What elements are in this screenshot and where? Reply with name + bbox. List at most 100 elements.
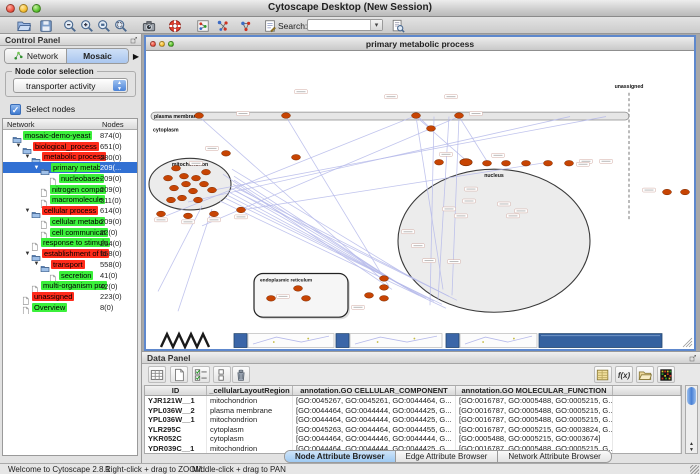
table-cell[interactable]: YKR052C xyxy=(145,434,207,444)
delete-attribute-icon[interactable] xyxy=(232,366,250,383)
table-cell[interactable]: [GO:0005488, GO:0005215, GO:0003674] xyxy=(456,434,613,444)
tree-row[interactable]: unassigned223(0) xyxy=(3,291,137,302)
table-cell[interactable]: YPL036W__2 xyxy=(145,406,207,416)
table-cell[interactable] xyxy=(613,434,681,444)
table-cell[interactable] xyxy=(613,396,681,406)
import-table-icon[interactable] xyxy=(594,366,612,383)
zoom-selected-icon[interactable] xyxy=(96,18,112,33)
table-cell[interactable]: YDR039C__1 xyxy=(145,444,207,454)
network-view-window[interactable]: primary metabolic process plasma membran… xyxy=(144,35,696,351)
tree-row[interactable]: nucleobase-209(0) xyxy=(3,173,137,184)
tree-row[interactable]: ▼cellular process614(0) xyxy=(3,205,137,216)
table-cell[interactable]: plasma membrane xyxy=(207,406,293,416)
network-tree-header[interactable]: Network Nodes xyxy=(3,119,137,130)
help-lifering-icon[interactable] xyxy=(167,18,183,33)
zoom-out-icon[interactable] xyxy=(62,18,78,33)
search-dropdown-arrow[interactable]: ▾ xyxy=(370,20,382,30)
column-header[interactable]: annotation.GO CELLULAR_COMPONENT xyxy=(293,386,456,395)
table-row[interactable]: YJR121W__1mitochondrion[GO:0045267, GO:0… xyxy=(145,396,681,406)
table-row[interactable]: YKR052Ccytoplasm[GO:0044464, GO:0044446,… xyxy=(145,434,681,444)
tree-row[interactable]: response to stimulu264(0) xyxy=(3,238,137,249)
network-view-titlebar[interactable]: primary metabolic process xyxy=(146,37,694,51)
function-builder-icon[interactable]: f(x) xyxy=(615,366,633,383)
table-row[interactable]: YLR295Ccytoplasm[GO:0045263, GO:0044464,… xyxy=(145,425,681,435)
expander-icon[interactable]: ▼ xyxy=(24,251,31,257)
attribute-grid-icon[interactable] xyxy=(148,366,166,383)
snapshot-camera-icon[interactable] xyxy=(141,18,157,33)
table-cell[interactable]: YPL036W__1 xyxy=(145,415,207,425)
table-cell[interactable] xyxy=(613,444,681,454)
table-cell[interactable]: [GO:0016787, GO:0005488, GO:0005215, G..… xyxy=(456,406,613,416)
table-row[interactable]: YPL036W__1mitochondrion[GO:0044464, GO:0… xyxy=(145,415,681,425)
tree-row[interactable]: macromolecule311(0) xyxy=(3,195,137,206)
tab-mosaic[interactable]: Mosaic xyxy=(67,49,128,63)
search-input[interactable]: ▾ xyxy=(307,19,383,31)
open-session-icon[interactable] xyxy=(16,18,32,33)
tree-row[interactable]: cell communicat22(0) xyxy=(3,227,137,238)
float-panel-icon[interactable] xyxy=(689,354,697,362)
tree-row[interactable]: ▼metabolic process280(0) xyxy=(3,152,137,163)
node-color-dropdown[interactable]: transporter activity ▲▼ xyxy=(13,78,128,93)
enhanced-search-icon[interactable] xyxy=(390,18,406,33)
expander-icon[interactable]: ▼ xyxy=(33,261,40,267)
tree-row[interactable]: multi-organism pro42(0) xyxy=(3,281,137,292)
expander-icon[interactable]: ▼ xyxy=(24,208,31,214)
table-cell[interactable]: mitochondrion xyxy=(207,444,293,454)
network-overview-icon[interactable] xyxy=(195,18,211,33)
resize-grip[interactable] xyxy=(690,465,699,474)
tree-row[interactable]: ▼biological_process651(0) xyxy=(3,141,137,152)
tab-network-attribute-browser[interactable]: Network Attribute Browser xyxy=(498,451,610,462)
table-cell[interactable] xyxy=(613,415,681,425)
zoom-fit-icon[interactable] xyxy=(113,18,129,33)
table-cell[interactable] xyxy=(613,406,681,416)
network-canvas[interactable]: plasma membranecytoplasmmitochondrionnuc… xyxy=(146,51,694,349)
table-cell[interactable] xyxy=(613,425,681,435)
tree-row[interactable]: nitrogen compo209(0) xyxy=(3,184,137,195)
table-cell[interactable]: mitochondrion xyxy=(207,415,293,425)
tree-row[interactable]: ▼primary metabo209(... xyxy=(3,162,137,173)
open-attribute-icon[interactable] xyxy=(636,366,654,383)
tab-edge-attribute-browser[interactable]: Edge Attribute Browser xyxy=(396,451,499,462)
tree-row[interactable]: Overview8(0) xyxy=(3,302,137,313)
expander-icon[interactable]: ▼ xyxy=(33,165,40,171)
tree-row[interactable]: ▼transport558(0) xyxy=(3,259,137,270)
float-panel-icon[interactable] xyxy=(130,36,138,44)
heatmap-icon[interactable] xyxy=(657,366,675,383)
new-attribute-icon[interactable] xyxy=(170,366,188,383)
tab-network[interactable]: Network xyxy=(5,49,67,63)
table-cell[interactable]: [GO:0045267, GO:0045261, GO:0044464, G..… xyxy=(293,396,456,406)
table-cell[interactable]: [GO:0044464, GO:0044444, GO:0044425, G..… xyxy=(293,406,456,416)
more-tabs-arrow[interactable]: ▶ xyxy=(133,52,139,61)
zoom-in-icon[interactable] xyxy=(79,18,95,33)
table-cell[interactable]: cytoplasm xyxy=(207,425,293,435)
window-titlebar[interactable]: Cytoscape Desktop (New Session) xyxy=(0,0,700,17)
table-cell[interactable]: YLR295C xyxy=(145,425,207,435)
attribute-pair-icon[interactable] xyxy=(213,366,231,383)
apply-layout-2-icon[interactable] xyxy=(238,18,254,33)
table-cell[interactable]: [GO:0016787, GO:0005488, GO:0005215, G..… xyxy=(456,415,613,425)
table-cell[interactable]: [GO:0016787, GO:0005488, GO:0005215, G..… xyxy=(456,396,613,406)
attribute-table-header[interactable]: ID_cellularLayoutRegionannotation.GO CEL… xyxy=(145,386,681,396)
annotation-icon[interactable] xyxy=(262,18,278,33)
tree-row[interactable]: mosaic-demo-yeast874(0) xyxy=(3,130,137,141)
table-cell[interactable]: mitochondrion xyxy=(207,396,293,406)
apply-layout-1-icon[interactable] xyxy=(215,18,231,33)
table-cell[interactable]: YJR121W__1 xyxy=(145,396,207,406)
column-header[interactable]: annotation.GO MOLECULAR_FUNCTION xyxy=(456,386,613,395)
select-nodes-checkbox[interactable]: ✓ xyxy=(10,104,21,115)
column-header[interactable]: ID xyxy=(145,386,207,395)
expander-icon[interactable]: ▼ xyxy=(24,154,31,160)
column-header[interactable]: _cellularLayoutRegion xyxy=(207,386,293,395)
tree-row[interactable]: ▼establishment of lo558(0) xyxy=(3,248,137,259)
attribute-table-scrollbar[interactable]: ▲▼ xyxy=(685,385,698,454)
scrollbar-thumb[interactable] xyxy=(687,387,696,405)
tree-row[interactable]: secretion41(0) xyxy=(3,270,137,281)
table-cell[interactable]: [GO:0016787, GO:0005215, GO:0003824, G..… xyxy=(456,425,613,435)
save-session-icon[interactable] xyxy=(38,18,54,33)
table-cell[interactable]: [GO:0044464, GO:0044444, GO:0044425, G..… xyxy=(293,415,456,425)
scrollbar-arrows[interactable]: ▲▼ xyxy=(686,441,697,453)
table-row[interactable]: YPL036W__2plasma membrane[GO:0044464, GO… xyxy=(145,406,681,416)
tree-row[interactable]: cellular metabo209(0) xyxy=(3,216,137,227)
table-cell[interactable]: [GO:0045263, GO:0044464, GO:0044455, G..… xyxy=(293,425,456,435)
expander-icon[interactable]: ▼ xyxy=(15,143,22,149)
